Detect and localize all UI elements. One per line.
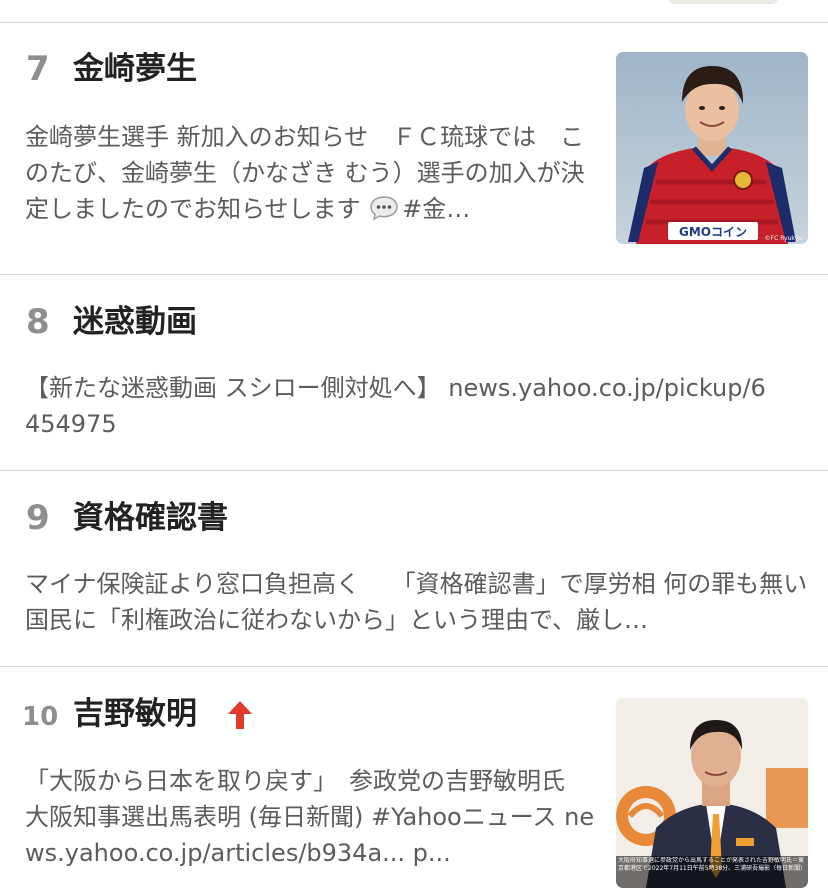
sponsor-logo: GMOコイン: [679, 225, 747, 239]
speech-bubble-icon: [370, 196, 398, 221]
rank-number: 10: [22, 702, 59, 732]
trend-description-text: 金崎夢生選手 新加入のお知らせ ＦＣ琉球では このたび、金崎夢生（かなざき むう…: [25, 123, 585, 223]
player-photo: GMOコイン ©FC Ryukyu: [616, 52, 808, 244]
candidate-photo: 大阪府知事選に参政党から出馬することが発表された吉野敏明氏＝東京都港区で2022…: [616, 698, 808, 888]
trend-description: 「大阪から日本を取り戻す」 参政党の吉野敏明氏 大阪知事選出馬表明 (毎日新聞)…: [25, 767, 597, 867]
trend-item-8[interactable]: 8 迷惑動画 【新たな迷惑動画 スシロー側対処へ】 news.yahoo.co.…: [0, 275, 828, 470]
trend-item-9[interactable]: 9 資格確認書 マイナ保険証より窓口負担高く 「資格確認書」で厚労相 何の罪も無…: [0, 471, 828, 666]
previous-item-edge: [0, 0, 828, 22]
arrow-up-icon: [228, 701, 252, 729]
trend-description: 金崎夢生選手 新加入のお知らせ ＦＣ琉球では このたび、金崎夢生（かなざき むう…: [25, 119, 590, 227]
trend-description: マイナ保険証より窓口負担高く 「資格確認書」で厚労相 何の罪も無い国民に「利権政…: [25, 570, 808, 634]
photo-caption: 大阪府知事選に参政党から出馬することが発表された吉野敏明氏＝東京都港区で2022…: [618, 857, 806, 872]
trend-title[interactable]: 金崎夢生: [73, 49, 197, 89]
trend-thumbnail[interactable]: GMOコイン ©FC Ryukyu: [616, 52, 808, 244]
trend-title[interactable]: 吉野敏明: [73, 694, 197, 734]
rank-number: 8: [26, 302, 50, 342]
photo-credit: ©FC Ryukyu: [765, 235, 803, 242]
trend-title[interactable]: 資格確認書: [73, 498, 228, 538]
trend-item-7[interactable]: 7 金崎夢生 金崎夢生選手 新加入のお知らせ ＦＣ琉球では このたび、金崎夢生（…: [0, 22, 828, 274]
hashtag-link[interactable]: #金…: [402, 195, 470, 223]
rank-number: 9: [26, 498, 50, 538]
previous-item-thumbnail-edge: [668, 0, 778, 4]
trend-title[interactable]: 迷惑動画: [73, 302, 197, 342]
trend-description: 【新たな迷惑動画 スシロー側対処へ】 news.yahoo.co.jp/pick…: [25, 374, 766, 438]
trend-item-10[interactable]: 10 吉野敏明 「大阪から日本を取り戻す」 参政党の吉野敏明氏 大阪知事選出馬表…: [0, 667, 828, 895]
rank-number: 7: [26, 49, 50, 89]
trend-thumbnail[interactable]: 大阪府知事選に参政党から出馬することが発表された吉野敏明氏＝東京都港区で2022…: [616, 698, 808, 888]
